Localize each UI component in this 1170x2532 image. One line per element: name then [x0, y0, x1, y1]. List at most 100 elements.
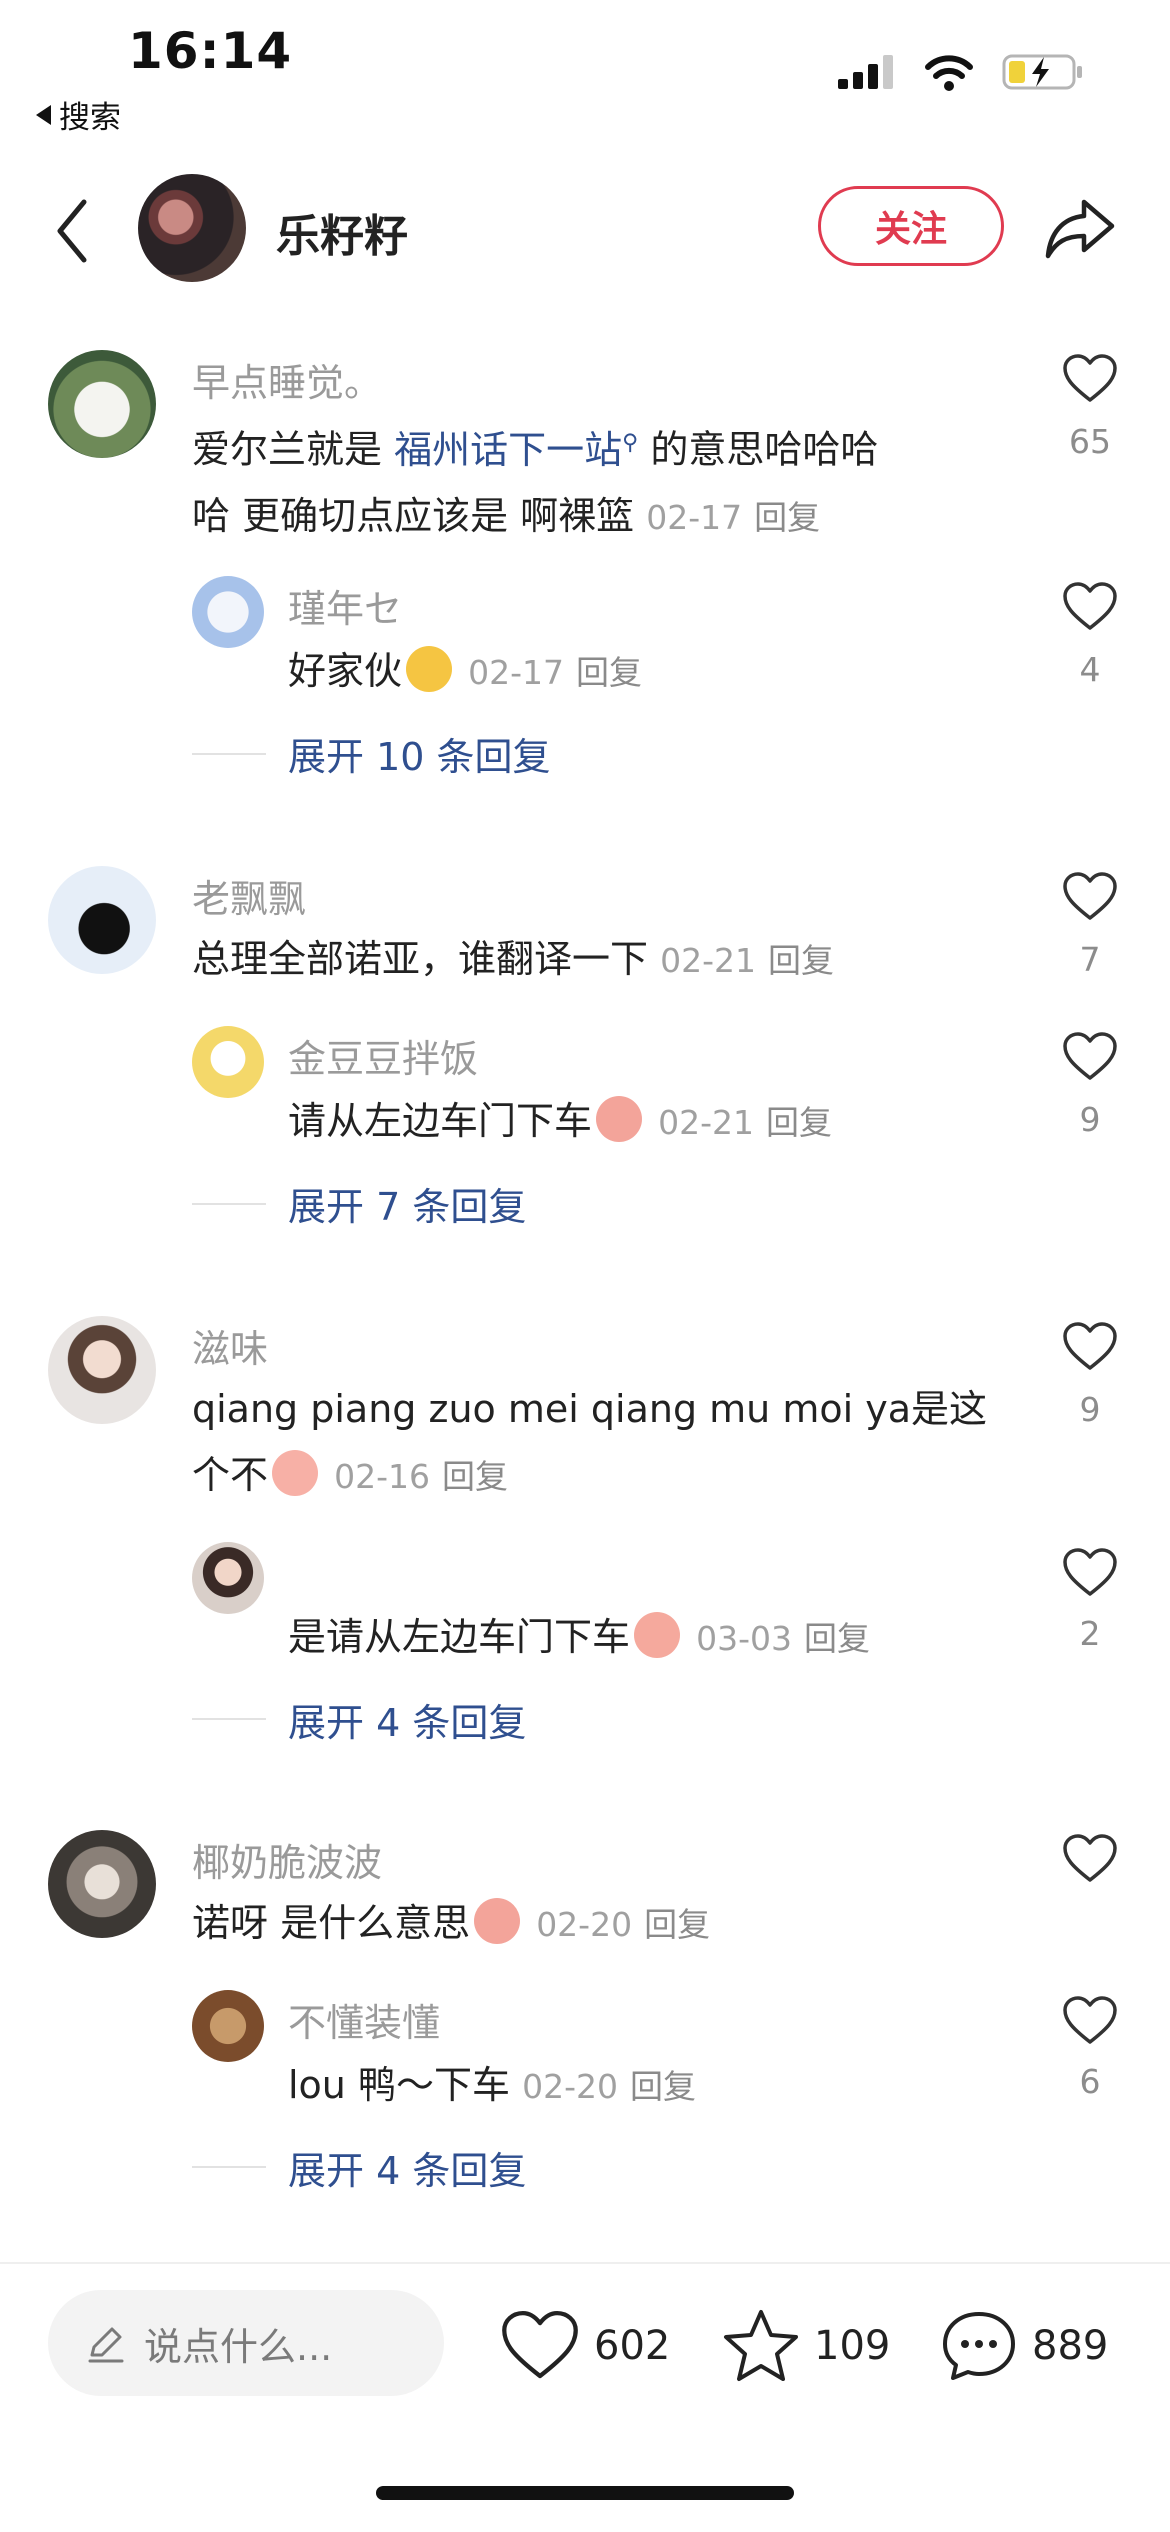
reply-2-meta: 02-21 回复 [658, 1103, 832, 1142]
crying-emoji-icon [596, 1096, 643, 1142]
comment-3-meta: 02-16 回复 [334, 1457, 508, 1496]
reply-2-text-content: 请从左边车门下车 [288, 1099, 593, 1143]
reply-1-text: 好家伙 02-17 回复 [288, 638, 642, 706]
star-icon [724, 2310, 798, 2381]
comment-3-text-line: 个不 [192, 1453, 269, 1497]
search-keyword-link[interactable]: 福州话下一站⚲ [394, 428, 638, 472]
reply-1-meta: 02-17 回复 [468, 653, 642, 692]
share-icon[interactable] [1044, 196, 1116, 260]
comment-4-meta: 02-20 回复 [536, 1905, 710, 1944]
reply-4-text-content: lou 鸭～下车 [288, 2063, 510, 2107]
pencil-icon [88, 2327, 124, 2363]
comment-1-text-part: 的意思哈哈哈 [638, 427, 879, 472]
comment-date: 02-20 [536, 1905, 633, 1944]
expand-divider [192, 1203, 266, 1205]
author-name[interactable]: 乐籽籽 [276, 200, 408, 264]
reply-4-avatar[interactable] [192, 1990, 264, 2062]
reply-button[interactable]: 回复 [804, 1619, 870, 1658]
reply-2-like-count: 9 [1079, 1100, 1101, 1139]
heart-icon[interactable] [1062, 582, 1118, 632]
comment-1-username[interactable]: 早点睡觉。 [192, 352, 382, 407]
comment-3-username[interactable]: 滋味 [192, 1318, 268, 1373]
comments-button[interactable]: 889 [940, 2308, 1108, 2384]
wifi-icon [925, 55, 973, 91]
reply-4-meta: 02-20 回复 [522, 2067, 696, 2106]
author-avatar[interactable] [138, 174, 246, 282]
comment-3-text-line: qiang piang zuo mei qiang mu moi ya是这 [192, 1387, 987, 1431]
reply-1-avatar[interactable] [192, 576, 264, 648]
comment-date: 02-16 [334, 1457, 430, 1496]
bottom-divider [0, 2262, 1170, 2264]
comment-3-text: qiang piang zuo mei qiang mu moi ya是这 个不… [192, 1376, 1012, 1510]
search-icon: ⚲ [622, 430, 639, 455]
reply-1-username[interactable]: 瑾年セ [288, 578, 402, 633]
comment-2-username[interactable]: 老飘飘 [192, 868, 306, 923]
reply-date: 02-21 [658, 1103, 754, 1142]
kiss-emoji-icon [634, 1612, 681, 1658]
comment-2-avatar[interactable] [48, 866, 156, 974]
reply-date: 02-20 [522, 2067, 618, 2106]
expand-replies-4[interactable]: 展开 4 条回复 [288, 2140, 526, 2195]
follow-button[interactable]: 关注 [818, 186, 1004, 266]
reply-button[interactable]: 回复 [768, 941, 834, 980]
comment-date: 02-21 [660, 941, 756, 980]
heart-icon[interactable] [1062, 354, 1118, 404]
cellular-signal-icon [838, 55, 893, 89]
like-count: 602 [594, 2323, 671, 2369]
face-emoji-icon [406, 646, 453, 692]
comments-count: 889 [1032, 2323, 1109, 2369]
expand-replies-1[interactable]: 展开 10 条回复 [288, 726, 551, 781]
reply-4-username[interactable]: 不懂装懂 [288, 1992, 440, 2047]
reply-2-username[interactable]: 金豆豆拌饭 [288, 1028, 478, 1083]
comment-4-username[interactable]: 椰奶脆波波 [192, 1832, 382, 1887]
reply-3-avatar[interactable] [192, 1542, 264, 1614]
heart-icon[interactable] [1062, 1548, 1118, 1598]
reply-button[interactable]: 回复 [644, 1905, 710, 1944]
home-indicator[interactable] [376, 2486, 794, 2500]
reply-date: 02-17 [468, 653, 564, 692]
comment-3-like-count: 9 [1079, 1390, 1101, 1429]
back-to-search-label: 搜索 [59, 100, 121, 136]
reply-2-avatar[interactable] [192, 1026, 264, 1098]
comment-4-text-content: 诺呀 是什么意思 [192, 1901, 471, 1945]
reply-button[interactable]: 回复 [576, 653, 642, 692]
reply-button[interactable]: 回复 [754, 498, 820, 537]
heart-icon[interactable] [1062, 1032, 1118, 1082]
reply-1-text-content: 好家伙 [288, 649, 403, 693]
comment-input[interactable]: 说点什么... [48, 2290, 444, 2396]
back-to-search[interactable]: 搜索 [36, 92, 121, 137]
comment-date: 02-17 [646, 497, 743, 537]
reply-4-text: lou 鸭～下车 02-20 回复 [288, 2052, 696, 2120]
reply-3-text-content: 是请从左边车门下车 [288, 1615, 631, 1659]
collect-button[interactable]: 109 [722, 2308, 890, 2384]
teary-emoji-icon [272, 1450, 319, 1496]
reply-date: 03-03 [696, 1619, 792, 1658]
comment-1-meta: 02-17 回复 [646, 498, 820, 537]
reply-button[interactable]: 回复 [766, 1103, 832, 1142]
comment-input-placeholder: 说点什么... [144, 2324, 333, 2369]
comment-2-text: 总理全部诺亚，谁翻译一下 02-21 回复 [192, 926, 834, 994]
collect-count: 109 [814, 2323, 891, 2369]
comment-1-like-count: 65 [1069, 422, 1111, 461]
reply-button[interactable]: 回复 [442, 1457, 508, 1496]
expand-replies-3[interactable]: 展开 4 条回复 [288, 1692, 526, 1747]
heart-icon[interactable] [1062, 1834, 1118, 1884]
heart-icon[interactable] [1062, 872, 1118, 922]
like-button[interactable]: 602 [500, 2310, 670, 2382]
expand-replies-2[interactable]: 展开 7 条回复 [288, 1176, 526, 1231]
comment-2-meta: 02-21 回复 [660, 941, 834, 980]
chat-bubble-icon [943, 2312, 1015, 2380]
heart-icon[interactable] [1062, 1996, 1118, 2046]
comment-3-avatar[interactable] [48, 1316, 156, 1424]
reply-button[interactable]: 回复 [630, 2067, 696, 2106]
comment-1-avatar[interactable] [48, 350, 156, 458]
expand-divider [192, 1718, 266, 1720]
expand-divider [192, 2166, 266, 2168]
comment-4-avatar[interactable] [48, 1830, 156, 1938]
heart-icon[interactable] [1062, 1322, 1118, 1372]
expand-divider [192, 753, 266, 755]
reply-4-like-count: 6 [1079, 2062, 1101, 2101]
comment-1-text: 爱尔兰就是 福州话下一站⚲ 的意思哈哈哈 哈 更确切点应该是 啊裸篮 02-17… [192, 410, 1012, 551]
status-time: 16:14 [128, 22, 293, 80]
back-chevron-icon[interactable] [52, 196, 92, 266]
